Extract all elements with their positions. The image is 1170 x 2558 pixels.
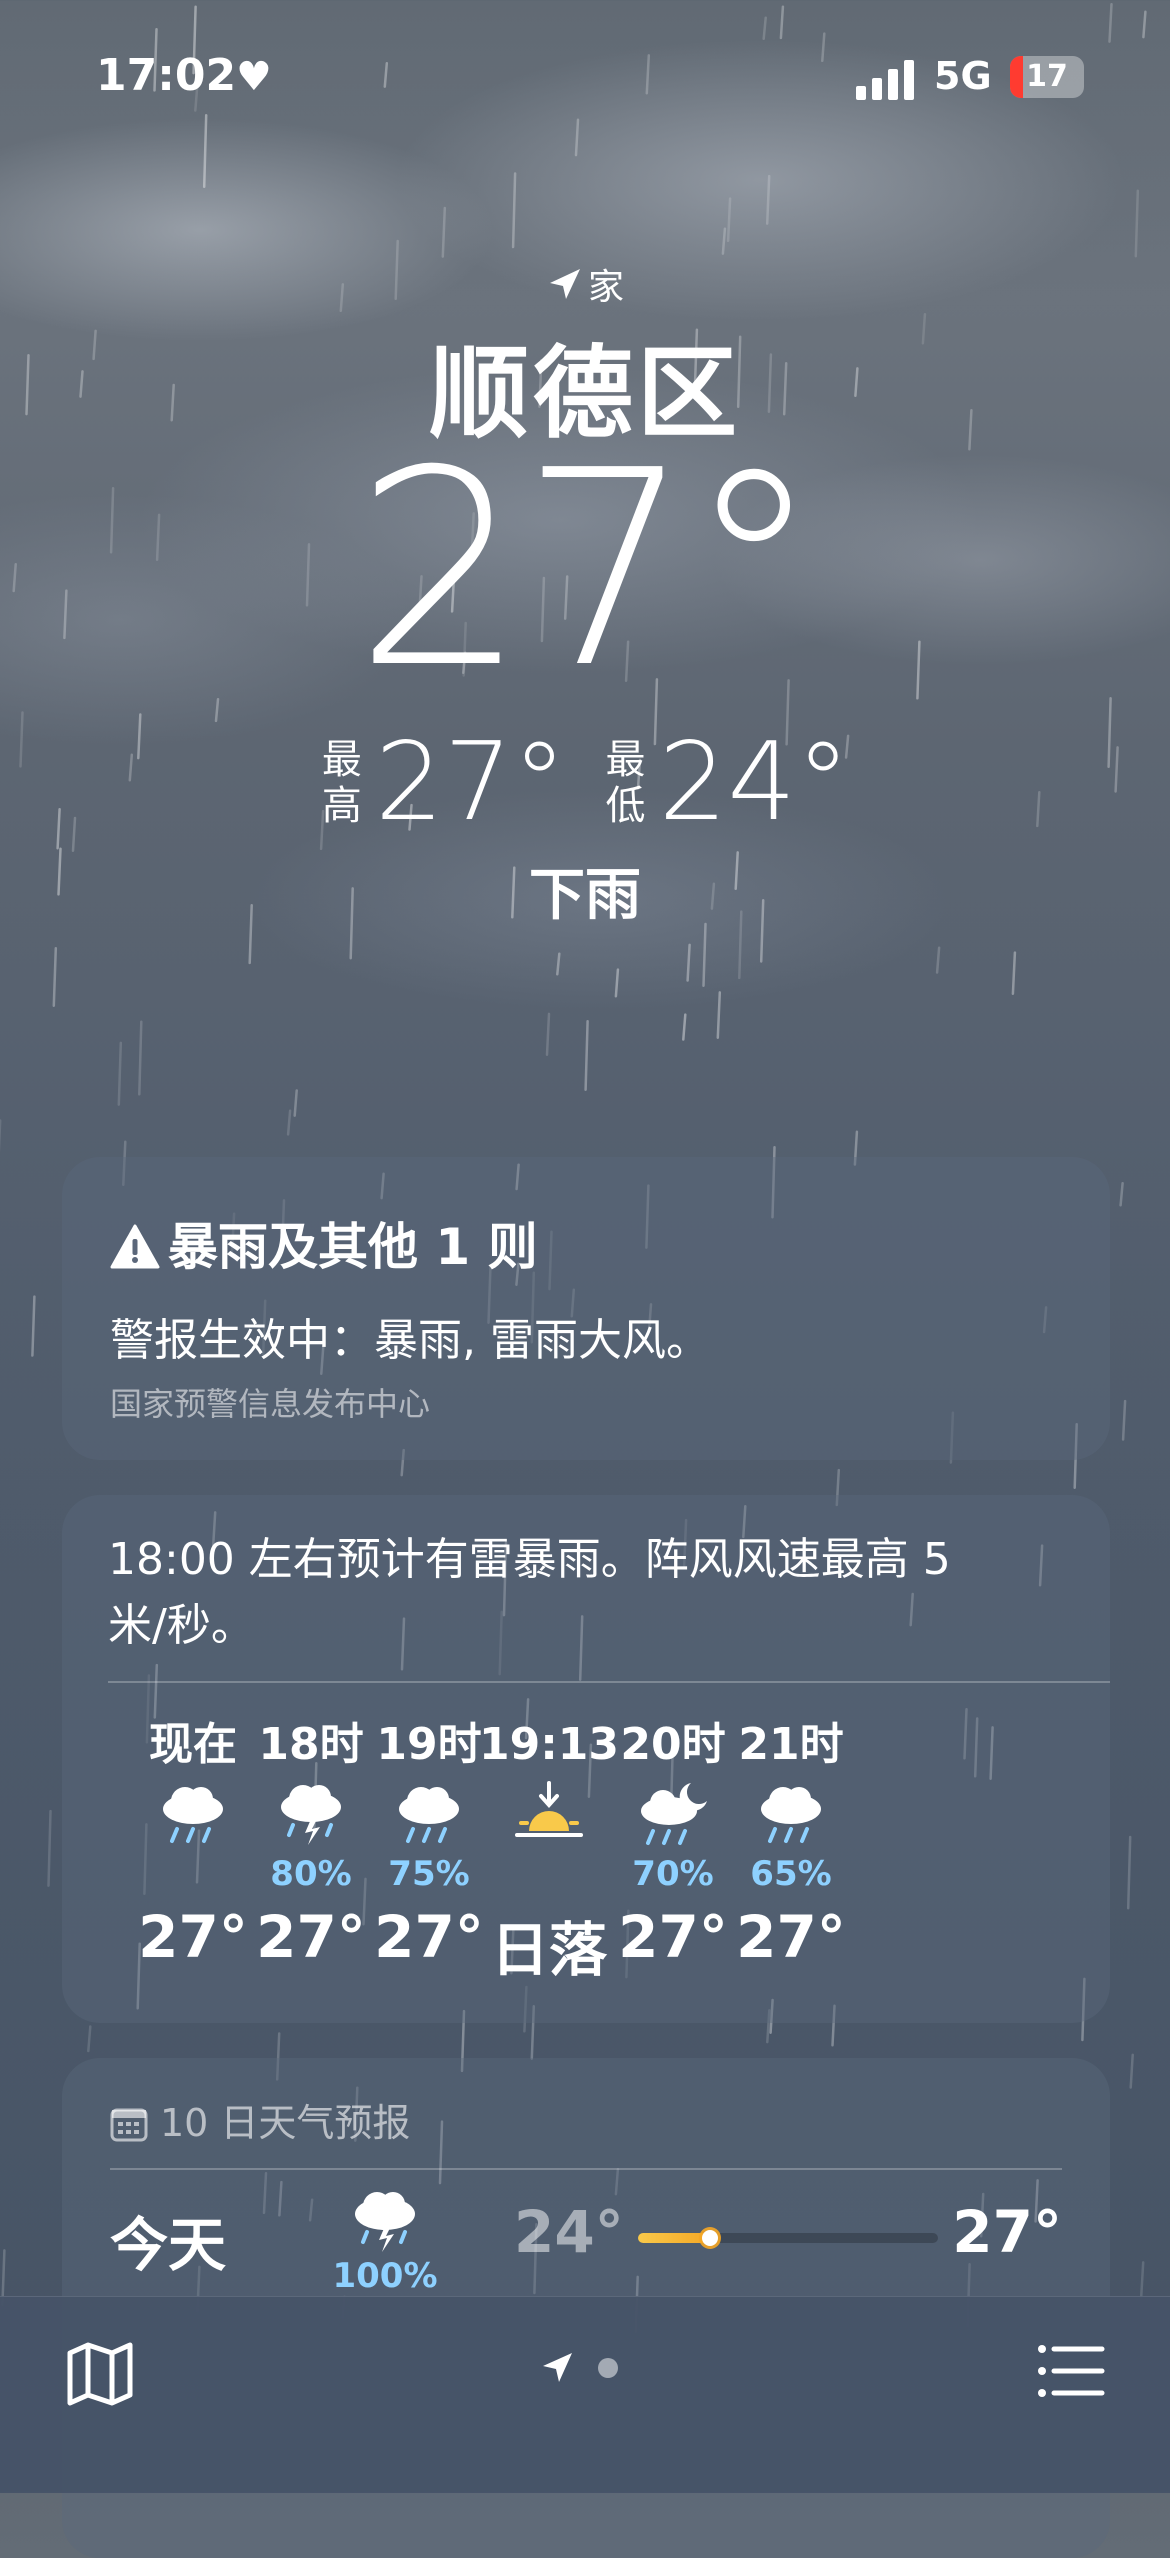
low-label: 最低 [604, 737, 648, 829]
location-arrow-icon [546, 267, 582, 303]
bottom-toolbar [0, 2296, 1170, 2493]
alert-title-text: 暴雨及其他 1 则 [168, 1218, 538, 1276]
page-indicator[interactable] [540, 2351, 618, 2395]
status-bar: 17:02 ♥ 5G 17 [0, 50, 1170, 110]
high-label: 最高 [320, 737, 364, 829]
page-dot[interactable] [598, 2358, 618, 2378]
alert-body: 警报生效中：暴雨, 雷雨大风。 [110, 1304, 710, 1368]
battery-level: 17 [1010, 59, 1084, 94]
rain-icon [716, 1775, 866, 1855]
condition: 下雨 [0, 850, 1170, 931]
hourly-item: 21时 65% 27° [716, 1715, 866, 1971]
hourly-temp: 27° [716, 1903, 866, 1971]
location-arrow-icon [540, 2351, 574, 2385]
day-name: 今天 [110, 2198, 226, 2282]
high-low: 最高 27° 最低 24° [0, 720, 1170, 845]
alert-title: 暴雨及其他 1 则 [110, 1207, 538, 1279]
daily-divider [110, 2168, 1062, 2170]
map-icon[interactable] [64, 2337, 136, 2409]
hourly-precip: 65% [716, 1855, 866, 1893]
status-time: 17:02 [96, 50, 236, 101]
current-temp-dot [702, 2230, 718, 2246]
daily-header: 10 日天气预报 [110, 2092, 410, 2147]
warning-triangle-icon [110, 1224, 160, 1270]
alert-source: 国家预警信息发布中心 [110, 1379, 430, 1425]
weather-alert-card[interactable]: 暴雨及其他 1 则 警报生效中：暴雨, 雷雨大风。 国家预警信息发布中心 [62, 1157, 1110, 1460]
list-icon[interactable] [1034, 2339, 1106, 2403]
high-temp: 27° [375, 720, 566, 845]
hourly-divider [108, 1681, 1110, 1683]
hourly-forecast-card[interactable]: 18:00 左右预计有雷暴雨。阵风风速最高 5 米/秒。 现在27°18时80%… [62, 1495, 1110, 2023]
daily-header-label: 10 日天气预报 [160, 2101, 410, 2145]
day-high: 27° [952, 2198, 1062, 2266]
location-tag-label: 家 [588, 267, 624, 308]
current-temperature: 27° [0, 420, 1170, 720]
network-type: 5G [934, 54, 992, 98]
low-temp: 24° [659, 720, 850, 845]
hourly-summary: 18:00 左右预计有雷暴雨。阵风风速最高 5 米/秒。 [108, 1527, 1008, 1659]
temp-range-bar [638, 2233, 938, 2243]
high-temp-group: 最高 27° [320, 720, 567, 845]
thunderstorm-icon [345, 2186, 425, 2256]
location-tag: 家 [0, 258, 1170, 310]
day-weather: 100% [330, 2186, 440, 2296]
day-low: 24° [514, 2198, 624, 2266]
calendar-icon [110, 2106, 148, 2142]
low-temp-group: 最低 24° [604, 720, 851, 845]
cellular-signal-icon [856, 60, 916, 100]
hourly-time: 21时 [716, 1715, 866, 1775]
heart-icon: ♥ [236, 54, 272, 100]
day-precip: 100% [330, 2256, 440, 2296]
battery-icon: 17 [1010, 56, 1084, 98]
